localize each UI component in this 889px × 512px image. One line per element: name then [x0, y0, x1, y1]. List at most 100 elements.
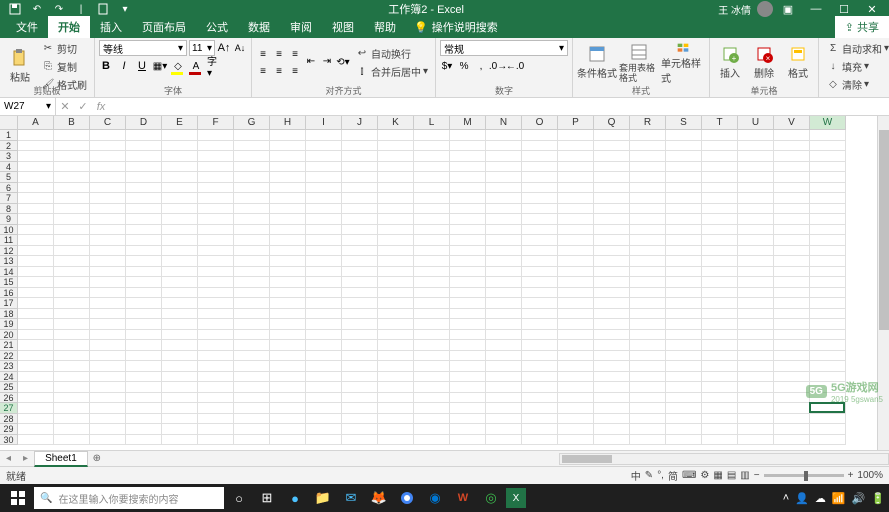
cell[interactable] — [558, 382, 594, 393]
cell[interactable] — [450, 172, 486, 183]
increase-decimal-icon[interactable]: .0→ — [491, 59, 505, 73]
cell[interactable] — [594, 235, 630, 246]
cell[interactable] — [342, 204, 378, 215]
cell[interactable] — [342, 151, 378, 162]
cell[interactable] — [234, 403, 270, 414]
cell[interactable] — [810, 309, 846, 320]
cell[interactable] — [54, 288, 90, 299]
column-header[interactable]: I — [306, 116, 342, 130]
cell[interactable] — [126, 225, 162, 236]
cell[interactable] — [378, 340, 414, 351]
cell[interactable] — [522, 141, 558, 152]
cell[interactable] — [810, 256, 846, 267]
cell[interactable] — [162, 162, 198, 173]
cell[interactable] — [594, 309, 630, 320]
firefox-icon[interactable]: 🦊 — [366, 486, 392, 510]
cell[interactable] — [270, 361, 306, 372]
cell[interactable] — [666, 393, 702, 404]
cell[interactable] — [270, 214, 306, 225]
cell[interactable] — [666, 351, 702, 362]
cell[interactable] — [630, 361, 666, 372]
cell[interactable] — [306, 141, 342, 152]
cell[interactable] — [270, 193, 306, 204]
cell[interactable] — [702, 235, 738, 246]
cell[interactable] — [594, 414, 630, 425]
cell[interactable] — [90, 319, 126, 330]
cell[interactable] — [486, 151, 522, 162]
new-file-icon[interactable] — [94, 1, 112, 17]
cell[interactable] — [126, 298, 162, 309]
cell[interactable] — [702, 246, 738, 257]
cell[interactable] — [738, 403, 774, 414]
cell[interactable] — [558, 172, 594, 183]
cell[interactable] — [90, 256, 126, 267]
cell[interactable] — [450, 372, 486, 383]
cell[interactable] — [738, 193, 774, 204]
cell[interactable] — [126, 288, 162, 299]
cell[interactable] — [306, 424, 342, 435]
cell[interactable] — [666, 225, 702, 236]
cell[interactable] — [90, 172, 126, 183]
cell[interactable] — [126, 435, 162, 446]
cell[interactable] — [522, 403, 558, 414]
cell[interactable] — [306, 288, 342, 299]
cell[interactable] — [54, 340, 90, 351]
cell[interactable] — [594, 330, 630, 341]
row-header[interactable]: 28 — [0, 414, 18, 425]
cell[interactable] — [702, 340, 738, 351]
align-middle-icon[interactable]: ≡ — [272, 47, 286, 61]
cell[interactable] — [414, 351, 450, 362]
cell[interactable] — [522, 424, 558, 435]
view-page-layout-icon[interactable]: ▤ — [727, 470, 736, 481]
cell[interactable] — [594, 130, 630, 141]
minimize-icon[interactable]: — — [803, 0, 829, 18]
cell[interactable] — [126, 414, 162, 425]
enter-formula-icon[interactable]: ✓ — [74, 98, 92, 115]
cell[interactable] — [198, 235, 234, 246]
cell[interactable] — [810, 435, 846, 446]
cell[interactable] — [594, 393, 630, 404]
row-header[interactable]: 17 — [0, 298, 18, 309]
cell[interactable] — [486, 288, 522, 299]
fill-color-icon[interactable]: ◇ — [171, 59, 185, 73]
cell[interactable] — [54, 298, 90, 309]
cell[interactable] — [630, 183, 666, 194]
cell[interactable] — [378, 225, 414, 236]
cell[interactable] — [54, 214, 90, 225]
cell[interactable] — [810, 351, 846, 362]
ime-icon[interactable]: ✎ — [645, 470, 653, 481]
align-right-icon[interactable]: ≡ — [288, 64, 302, 78]
cell[interactable] — [522, 214, 558, 225]
cell[interactable] — [342, 256, 378, 267]
cell[interactable] — [126, 424, 162, 435]
tray-volume-icon[interactable]: 🔊 — [852, 492, 866, 505]
cell[interactable] — [162, 267, 198, 278]
cell[interactable] — [522, 162, 558, 173]
cell[interactable] — [378, 403, 414, 414]
cell[interactable] — [702, 372, 738, 383]
cell[interactable] — [234, 435, 270, 446]
cell[interactable] — [90, 277, 126, 288]
cell[interactable] — [486, 141, 522, 152]
cell[interactable] — [486, 382, 522, 393]
column-header[interactable]: F — [198, 116, 234, 130]
cell[interactable] — [162, 235, 198, 246]
cell[interactable] — [630, 267, 666, 278]
cell[interactable] — [666, 435, 702, 446]
cell[interactable] — [774, 172, 810, 183]
cell[interactable] — [342, 435, 378, 446]
cell[interactable] — [774, 288, 810, 299]
vscroll-thumb[interactable] — [879, 130, 889, 330]
cell[interactable] — [378, 435, 414, 446]
cell[interactable] — [702, 183, 738, 194]
cell[interactable] — [450, 340, 486, 351]
cell[interactable] — [270, 130, 306, 141]
decrease-decimal-icon[interactable]: ←.0 — [508, 59, 522, 73]
cell[interactable] — [594, 277, 630, 288]
cell[interactable] — [702, 393, 738, 404]
cell[interactable] — [162, 246, 198, 257]
cell[interactable] — [234, 225, 270, 236]
cell[interactable] — [234, 204, 270, 215]
cell[interactable] — [666, 414, 702, 425]
cell[interactable] — [18, 330, 54, 341]
